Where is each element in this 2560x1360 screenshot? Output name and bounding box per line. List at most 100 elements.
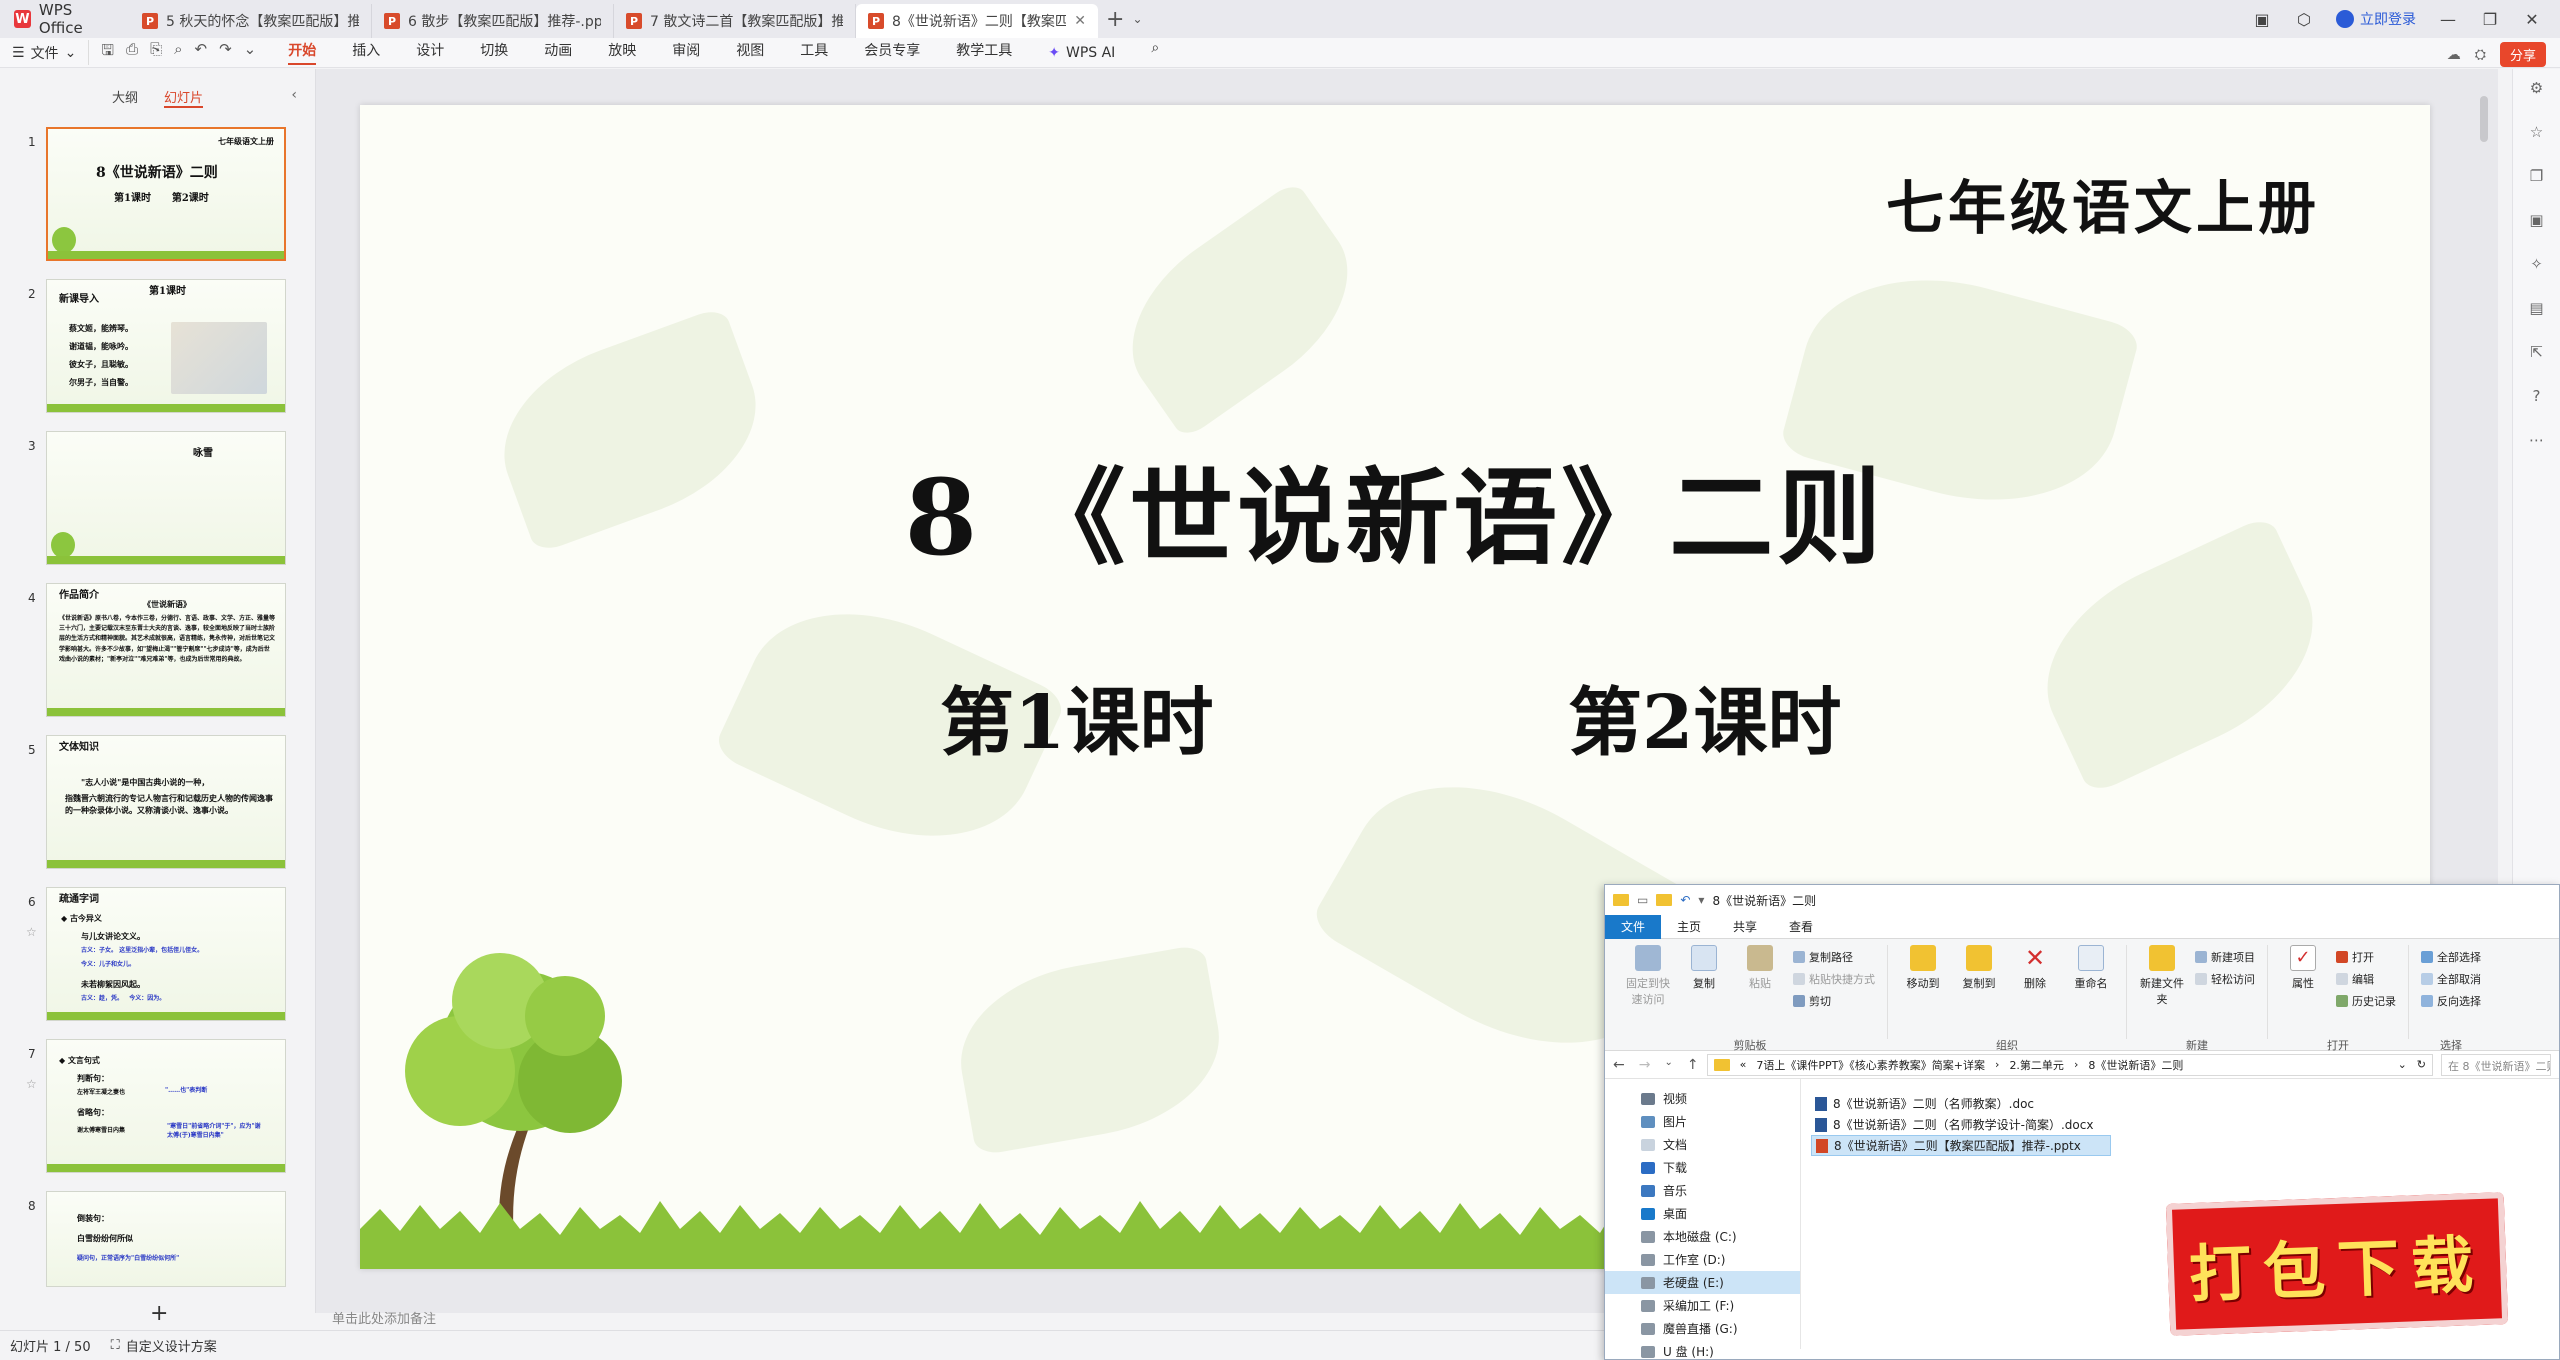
thumbnail-card[interactable]: 咏雪 — [46, 431, 286, 565]
nav-item-desktop[interactable]: 桌面 — [1605, 1202, 1800, 1225]
login-button[interactable]: 立即登录 — [2336, 9, 2416, 29]
tab-view[interactable]: 查看 — [1773, 915, 1829, 939]
file-menu[interactable]: ☰ 文件 ⌄ — [0, 43, 88, 63]
collapse-panel-icon[interactable]: ‹ — [291, 87, 297, 103]
tab-home[interactable]: 开始 — [288, 40, 317, 65]
file-item[interactable]: 8《世说新语》二则（名师教学设计-简案）.docx — [1811, 1114, 2111, 1135]
nav-item-drive-d[interactable]: 工作室 (D:) — [1605, 1248, 1800, 1271]
up-arrow-icon[interactable]: ↑ — [1687, 1057, 1699, 1073]
tab-animation[interactable]: 动画 — [544, 40, 572, 65]
download-package-banner[interactable]: 打包下载 — [2165, 1192, 2509, 1336]
nav-item-drive-f[interactable]: 采编加工 (F:) — [1605, 1294, 1800, 1317]
invert-selection-button[interactable]: 反向选择 — [2421, 993, 2481, 1009]
tab-file[interactable]: 文件 — [1605, 914, 1662, 939]
restore-icon[interactable]: ❐ — [2480, 10, 2500, 29]
nav-item-drive-e[interactable]: 老硬盘 (E:) — [1605, 1271, 1800, 1294]
tab-design[interactable]: 设计 — [416, 40, 444, 65]
slide-thumbnail-7[interactable]: 7 ☆ ◆ 文言句式 判断句： 左将军王凝之妻也 "……也"表判断 省略句： 谢… — [0, 1039, 300, 1179]
tab-view[interactable]: 视图 — [736, 40, 764, 65]
chevron-down-icon[interactable]: ⌄ — [244, 40, 257, 65]
print-icon[interactable]: ⎘ — [150, 40, 162, 65]
doc-tab-4[interactable]: P 8《世说新语》二则【教案匹配版】推荐-.pptx ✕ — [856, 4, 1098, 38]
search-icon[interactable]: ⌕ — [1151, 40, 1159, 65]
copy-path-button[interactable]: 复制路径 — [1793, 949, 1875, 965]
cut-button[interactable]: 剪切 — [1793, 993, 1875, 1009]
copy-icon[interactable]: ❐ — [2528, 167, 2546, 185]
share-button[interactable]: 分享 — [2499, 42, 2546, 67]
thumbnail-card[interactable]: 作品简介 《世说新语》 《世说新语》原书八卷，今本作三卷，分德行、言语、政事、文… — [46, 583, 286, 717]
doc-tab-1[interactable]: P 5 秋天的怀念【教案匹配版】推荐-.pptx — [130, 4, 372, 38]
new-folder-button[interactable]: 新建文件夹 — [2139, 945, 2185, 1007]
thumbnail-card[interactable]: 倒装句： 白雪纷纷何所似 疑问句，正常语序为"白雪纷纷似何所" — [46, 1191, 286, 1287]
star-icon[interactable]: ☆ — [2528, 123, 2546, 141]
slide-thumbnail-4[interactable]: 4 作品简介 《世说新语》 《世说新语》原书八卷，今本作三卷，分德行、言语、政事… — [0, 583, 300, 723]
tab-insert[interactable]: 插入 — [352, 40, 380, 65]
paste-shortcut-button[interactable]: 粘贴快捷方式 — [1793, 971, 1875, 987]
move-to-button[interactable]: 移动到 — [1900, 945, 1946, 991]
select-all-button[interactable]: 全部选择 — [2421, 949, 2481, 965]
edit-button[interactable]: 编辑 — [2336, 971, 2396, 987]
layout-icon[interactable]: ▤ — [2528, 299, 2546, 317]
cloud-sync-icon[interactable]: ☁ — [2447, 47, 2461, 63]
pin-quick-access-button[interactable]: 固定到快速访问 — [1625, 945, 1671, 1007]
chevron-down-icon[interactable]: ⌄ — [2398, 1058, 2407, 1071]
chevron-down-icon[interactable]: ▾ — [1698, 893, 1704, 907]
export-pdf-icon[interactable]: ⎙ — [126, 40, 138, 65]
open-button[interactable]: 打开 — [2336, 949, 2396, 965]
thumbnail-card[interactable]: 新课导入 第1课时 蔡文姬，能辨琴。 谢道韫，能咏吟。 彼女子，且聪敏。 尔男子… — [46, 279, 286, 413]
copy-button[interactable]: 复制 — [1681, 945, 1727, 991]
breadcrumb-overflow[interactable]: « — [1740, 1058, 1747, 1071]
nav-item-documents[interactable]: 文档 — [1605, 1133, 1800, 1156]
nav-item-drive-h[interactable]: U 盘 (H:) — [1605, 1340, 1800, 1360]
undo-icon[interactable]: ↶ — [195, 40, 208, 65]
wps-home-tab[interactable]: W WPS Office — [0, 0, 130, 38]
minimize-icon[interactable]: — — [2438, 10, 2458, 29]
tab-home[interactable]: 主页 — [1661, 915, 1717, 939]
doc-tab-3[interactable]: P 7 散文诗二首【教案匹配版】推荐-.pptx — [614, 4, 856, 38]
picture-icon[interactable]: ▣ — [2528, 211, 2546, 229]
help-icon[interactable]: ? — [2528, 387, 2546, 405]
tab-transition[interactable]: 切换 — [480, 40, 508, 65]
copy-to-button[interactable]: 复制到 — [1956, 945, 2002, 991]
new-folder-quick-icon[interactable] — [1656, 894, 1673, 906]
forward-arrow-icon[interactable]: → — [1639, 1057, 1651, 1073]
save-icon[interactable]: 🖫 — [101, 40, 114, 65]
slide-thumbnail-1[interactable]: 1 七年级语文上册 8《世说新语》二则 第1课时 第2课时 — [0, 127, 300, 267]
slide-thumbnail-3[interactable]: 3 咏雪 — [0, 431, 300, 571]
tab-outline[interactable]: 大纲 — [112, 87, 138, 108]
cube-icon[interactable]: ⬡ — [2294, 10, 2314, 29]
breadcrumb-item[interactable]: 8《世说新语》二则 — [2088, 1057, 2183, 1073]
rename-button[interactable]: 重命名 — [2068, 945, 2114, 991]
print-preview-icon[interactable]: ⌕ — [174, 40, 182, 65]
chevron-down-icon[interactable]: ⌄ — [1132, 12, 1142, 26]
history-button[interactable]: 历史记录 — [2336, 993, 2396, 1009]
slide-thumbnail-2[interactable]: 2 新课导入 第1课时 蔡文姬，能辨琴。 谢道韫，能咏吟。 彼女子，且聪敏。 尔… — [0, 279, 300, 419]
canvas-scrollbar[interactable] — [2480, 96, 2488, 142]
slide-thumbnail-6[interactable]: 6 ☆ 疏通字词 ◆ 古今异义 与儿女讲论文义。 古义：子女。 这里泛指小辈，包… — [0, 887, 300, 1027]
close-window-icon[interactable]: ✕ — [2522, 10, 2542, 29]
address-bar[interactable]: « 7语上《课件PPT》《核心素养教案》简案+详案 › 2.第二单元 › 8《世… — [1706, 1053, 2433, 1076]
magic-wand-icon[interactable]: ✧ — [2528, 255, 2546, 273]
tab-teaching-tools[interactable]: 教学工具 — [956, 40, 1012, 65]
nav-item-videos[interactable]: 视频 — [1605, 1087, 1800, 1110]
thumbnail-card[interactable]: 七年级语文上册 8《世说新语》二则 第1课时 第2课时 — [46, 127, 286, 261]
tab-review[interactable]: 审阅 — [672, 40, 700, 65]
thumbnail-card[interactable]: 文体知识 "志人小说"是中国古典小说的一种， 指魏晋六朝流行的专记人物言行和记载… — [46, 735, 286, 869]
settings-sliders-icon[interactable]: ⚙ — [2528, 79, 2546, 97]
explorer-search-input[interactable]: 在 8《世说新语》二则 中搜索 — [2441, 1053, 2551, 1076]
breadcrumb-item[interactable]: 2.第二单元 — [2009, 1057, 2064, 1073]
doc-tab-2[interactable]: P 6 散步【教案匹配版】推荐-.pptx — [372, 4, 614, 38]
share-out-icon[interactable]: ⇱ — [2528, 343, 2546, 361]
design-scheme-button[interactable]: ⛶ 自定义设计方案 — [111, 1336, 217, 1355]
properties-quick-icon[interactable]: ▭ — [1637, 893, 1648, 907]
back-arrow-icon[interactable]: ← — [1613, 1057, 1625, 1073]
easy-access-button[interactable]: 轻松访问 — [2195, 971, 2255, 987]
properties-button[interactable]: ✓ 属性 — [2280, 945, 2326, 991]
tab-slideshow[interactable]: 放映 — [608, 40, 636, 65]
nav-item-downloads[interactable]: 下载 — [1605, 1156, 1800, 1179]
breadcrumb-item[interactable]: 7语上《课件PPT》《核心素养教案》简案+详案 — [1756, 1057, 1985, 1073]
nav-item-drive-c[interactable]: 本地磁盘 (C:) — [1605, 1225, 1800, 1248]
slide-thumbnail-5[interactable]: 5 文体知识 "志人小说"是中国古典小说的一种， 指魏晋六朝流行的专记人物言行和… — [0, 735, 300, 875]
thumbnail-card[interactable]: ◆ 文言句式 判断句： 左将军王凝之妻也 "……也"表判断 省略句： 谢太傅寒雪… — [46, 1039, 286, 1173]
refresh-icon[interactable]: ↻ — [2417, 1058, 2426, 1071]
